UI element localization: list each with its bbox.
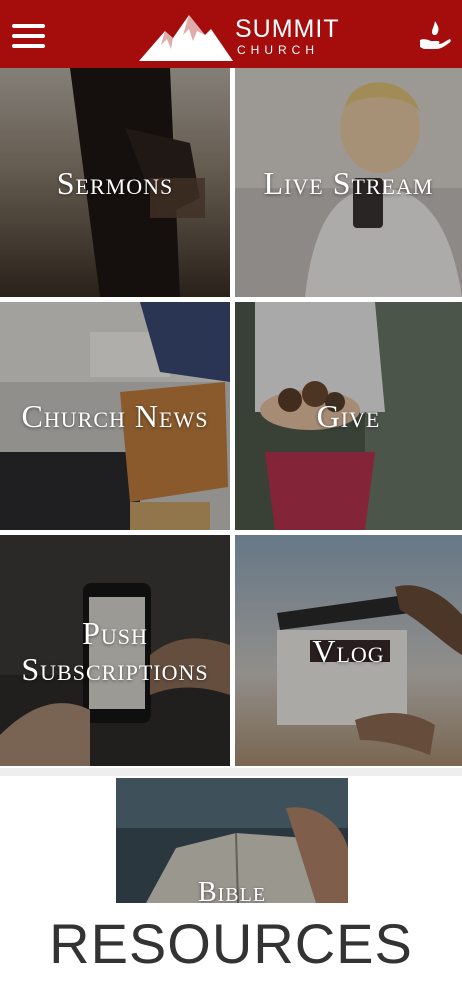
brand-name: SUMMIT bbox=[235, 14, 340, 43]
tile-label-live-stream: Live Stream bbox=[263, 164, 434, 201]
tile-label-push-subscriptions: Push Subscriptions bbox=[21, 614, 209, 687]
tile-label-give: Give bbox=[316, 398, 381, 434]
hamburger-menu-icon[interactable] bbox=[12, 24, 45, 48]
tile-label-sermons: Sermons bbox=[56, 164, 174, 201]
tile-give[interactable]: Give bbox=[235, 302, 462, 530]
section-divider bbox=[0, 768, 462, 776]
tile-sermons[interactable]: Sermons bbox=[0, 68, 230, 297]
app-header: SUMMIT CHURCH bbox=[0, 0, 462, 68]
tile-bible[interactable]: Bible bbox=[116, 778, 348, 903]
resources-heading: RESOURCES bbox=[49, 912, 413, 975]
tile-live-stream[interactable]: Live Stream bbox=[235, 68, 462, 297]
mountain-icon bbox=[139, 15, 233, 61]
tile-label-church-news: Church News bbox=[21, 398, 209, 434]
brand-subtitle: CHURCH bbox=[237, 42, 319, 57]
tile-label-vlog: Vlog bbox=[312, 632, 385, 669]
hand-flame-icon[interactable] bbox=[418, 18, 452, 52]
tile-push-subscriptions[interactable]: Push Subscriptions bbox=[0, 535, 230, 766]
tile-label-bible: Bible bbox=[197, 877, 267, 903]
brand-text: SUMMIT CHURCH bbox=[235, 14, 340, 57]
tile-vlog[interactable]: Vlog bbox=[235, 535, 462, 766]
tile-church-news[interactable]: Church News bbox=[0, 302, 230, 530]
summit-church-logo[interactable]: SUMMIT CHURCH bbox=[137, 10, 340, 62]
